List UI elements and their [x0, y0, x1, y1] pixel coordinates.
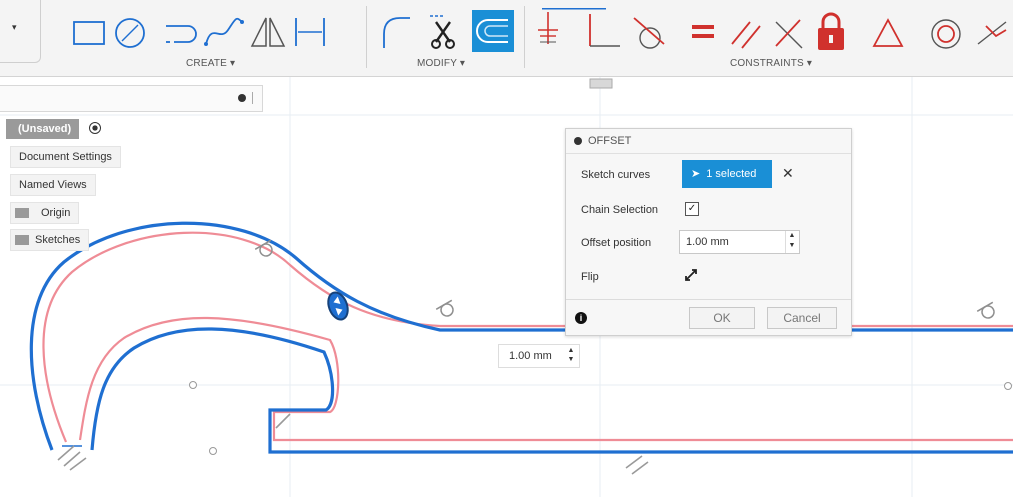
- viewcube-marker-icon[interactable]: [589, 78, 613, 89]
- tangent-icon[interactable]: [633, 17, 665, 49]
- folder-icon: [15, 208, 29, 219]
- grid-lines: [0, 77, 1013, 497]
- coincident-icon[interactable]: [775, 19, 803, 49]
- fillet-icon[interactable]: [383, 17, 410, 48]
- document-name-tag: (Unsaved): [6, 119, 80, 139]
- equal-icon[interactable]: [692, 25, 714, 38]
- offset-dialog: OFFSET Sketch curves ➤ 1 selected ✕ Chain…: [565, 128, 852, 336]
- browser-item-label: Origin: [41, 207, 71, 219]
- workspace-dropdown[interactable]: ▾: [0, 0, 41, 63]
- horizontal-vertical-icon[interactable]: [538, 12, 558, 44]
- parallel-icon[interactable]: [731, 21, 761, 49]
- constraint-tools: [538, 8, 1007, 50]
- constraints-menu[interactable]: CONSTRAINTS ▾: [730, 58, 812, 69]
- browser-item-label: Sketches: [35, 234, 81, 246]
- trim-scissors-icon[interactable]: [430, 15, 455, 49]
- offset-stepper[interactable]: ▲ ▼: [785, 231, 798, 253]
- offset-position-input[interactable]: 1.00 mm ▲ ▼: [679, 230, 800, 254]
- dialog-footer: i OK Cancel: [566, 299, 851, 336]
- browser-item-sketches[interactable]: Sketches: [10, 229, 90, 251]
- activate-radio-icon[interactable]: [88, 121, 101, 134]
- dimension-value: 1.00 mm: [509, 350, 552, 362]
- triangle-icon[interactable]: [872, 18, 904, 47]
- flip-icon[interactable]: [683, 267, 699, 283]
- modify-menu[interactable]: MODIFY ▾: [417, 58, 465, 69]
- browser-divider: [252, 92, 253, 104]
- rectangle-icon[interactable]: [73, 21, 105, 45]
- flip-label: Flip: [581, 271, 599, 283]
- toolbar-divider: [366, 6, 367, 68]
- workspace-dropdown-arrow: ▾: [12, 22, 17, 32]
- spline-icon[interactable]: [204, 17, 244, 46]
- sketch-canvas[interactable]: [0, 77, 1013, 497]
- selected-sketch-curve[interactable]: [29, 221, 1013, 454]
- dimension-input[interactable]: 1.00 mm ▲ ▼: [498, 344, 580, 368]
- dialog-header[interactable]: OFFSET: [566, 129, 851, 154]
- document-node[interactable]: (Unsaved): [6, 119, 101, 139]
- circle-icon[interactable]: [115, 18, 145, 48]
- toolbar-divider: [524, 6, 525, 68]
- sketch-center-point[interactable]: [1004, 382, 1012, 390]
- browser-item-origin[interactable]: Origin: [10, 202, 80, 224]
- cursor-arrow-icon: ➤: [691, 168, 701, 180]
- offset-icon[interactable]: [472, 10, 514, 52]
- midpoint-icon[interactable]: [977, 21, 1007, 45]
- folder-icon: [15, 235, 29, 246]
- chain-selection-checkbox[interactable]: ✓: [685, 202, 699, 216]
- clear-selection-icon[interactable]: ✕: [782, 165, 794, 182]
- tangent-constraint-icon[interactable]: [435, 299, 458, 319]
- create-menu[interactable]: CREATE ▾: [186, 58, 235, 69]
- browser-item-document-settings[interactable]: Document Settings: [10, 146, 121, 168]
- browser-item-label: Named Views: [19, 179, 87, 191]
- parallel-constraint-icon[interactable]: [57, 413, 649, 475]
- tangent-constraint-icon[interactable]: [976, 301, 999, 321]
- offset-position-value: 1.00 mm: [686, 236, 729, 248]
- toolbar: ▾ CREATE ▾ MODIFY ▾ CONSTRAINTS ▾: [0, 0, 1013, 77]
- ok-button[interactable]: OK: [689, 307, 755, 329]
- modify-tools: [383, 10, 514, 52]
- slot-icon[interactable]: [166, 25, 197, 43]
- browser-item-label: Document Settings: [19, 151, 112, 163]
- dimension-line-icon[interactable]: [295, 18, 325, 46]
- chain-selection-label: Chain Selection: [581, 204, 659, 216]
- offset-curve[interactable]: [42, 231, 1013, 443]
- collapse-dialog-icon[interactable]: [574, 137, 582, 145]
- browser-toggle-icon[interactable]: [238, 94, 246, 102]
- browser-item-named-views[interactable]: Named Views: [10, 174, 96, 196]
- sketch-curves-selection[interactable]: ➤ 1 selected: [682, 160, 772, 188]
- mirror-triangle-icon[interactable]: [250, 17, 286, 47]
- dialog-title: OFFSET: [588, 135, 632, 147]
- sketch-center-point[interactable]: [189, 381, 197, 389]
- concentric-icon[interactable]: [931, 19, 961, 49]
- browser-header: [0, 85, 263, 112]
- sketch-curves-label: Sketch curves: [581, 169, 651, 181]
- info-icon[interactable]: i: [575, 312, 587, 324]
- selection-count: 1 selected: [706, 168, 757, 180]
- offset-position-label: Offset position: [581, 237, 652, 249]
- fix-lock-icon[interactable]: [818, 12, 844, 50]
- dimension-stepper[interactable]: ▲ ▼: [565, 346, 577, 366]
- sketch-center-point[interactable]: [209, 447, 217, 455]
- cancel-button[interactable]: Cancel: [767, 307, 837, 329]
- perpendicular-icon[interactable]: [589, 14, 620, 47]
- create-tools: [73, 17, 325, 48]
